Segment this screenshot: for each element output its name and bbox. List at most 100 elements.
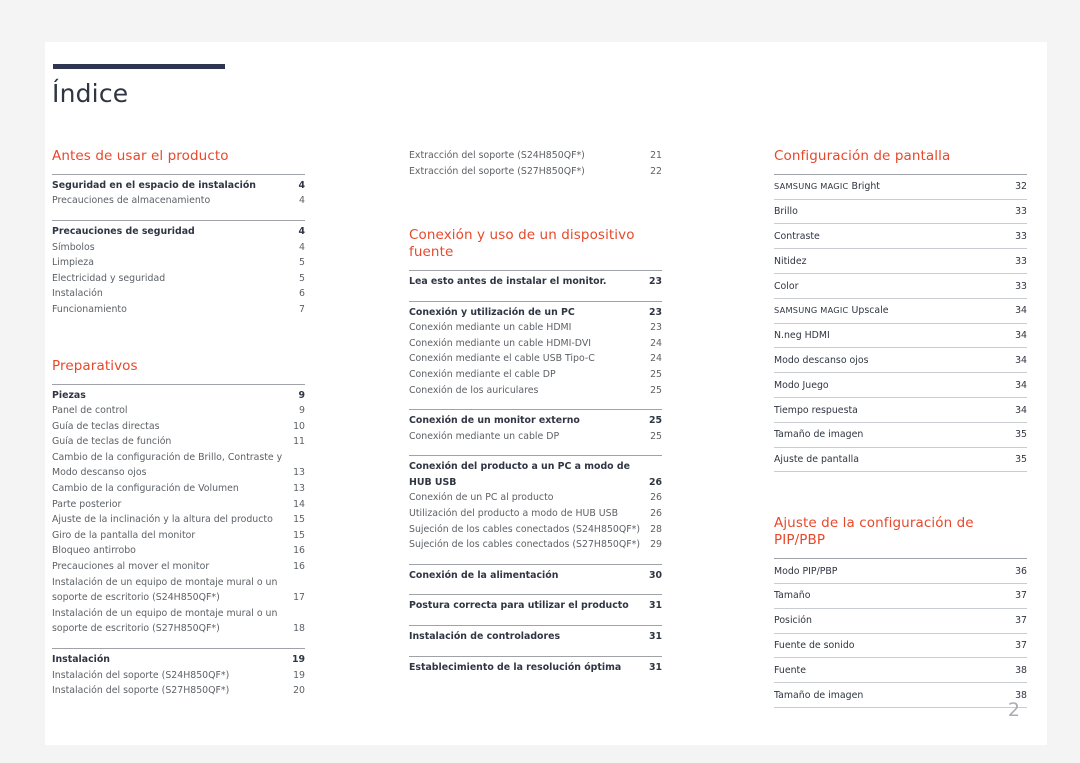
toc-entry[interactable]: Ajuste de pantalla 35	[774, 448, 1027, 473]
toc-entry-label: Instalación de un equipo de montaje mura…	[52, 607, 278, 635]
toc-entry[interactable]: Instalación 19	[52, 652, 305, 668]
toc-entry[interactable]: SAMSUNG MAGIC Bright 32	[774, 175, 1027, 200]
toc-entry[interactable]: Conexión del producto a un PC a modo de …	[409, 459, 662, 490]
toc-entry[interactable]: Instalación de un equipo de montaje mura…	[52, 606, 305, 637]
toc-group: Conexión de la alimentación 30	[409, 563, 662, 584]
toc-entry-label: Giro de la pantalla del monitor	[52, 529, 196, 541]
toc-entry-page: 9	[298, 389, 305, 401]
toc-entry-page: 16	[293, 561, 305, 573]
toc-entry-page: 20	[293, 685, 305, 697]
toc-entry-label: Tamaño de imagen	[774, 429, 864, 441]
toc-entry-page: 33	[1015, 230, 1027, 242]
toc-entry[interactable]: Conexión mediante un cable DP 25	[409, 429, 662, 445]
toc-entry[interactable]: Tamaño de imagen 38	[774, 683, 1027, 708]
toc-entry[interactable]: Parte posterior 14	[52, 497, 305, 513]
toc-entry-page: 34	[1015, 404, 1027, 416]
toc-entry[interactable]: Instalación del soporte (S24H850QF*) 19	[52, 668, 305, 684]
toc-entry[interactable]: Conexión mediante el cable USB Tipo-C 24	[409, 351, 662, 367]
toc-entry[interactable]: Postura correcta para utilizar el produc…	[409, 598, 662, 614]
toc-entry[interactable]: Tamaño 37	[774, 584, 1027, 609]
toc-entry[interactable]: Color 33	[774, 274, 1027, 299]
toc-entry-page: 36	[1015, 565, 1027, 577]
toc-entry[interactable]: Funcionamiento 7	[52, 302, 305, 318]
toc-entry[interactable]: Modo Juego 34	[774, 373, 1027, 399]
toc-entry[interactable]: Modo descanso ojos 34	[774, 348, 1027, 374]
toc-entry-label: SAMSUNG MAGIC Bright	[774, 181, 880, 193]
toc-entry[interactable]: Fuente 38	[774, 658, 1027, 684]
toc-entry[interactable]: Extracción del soporte (S27H850QF*) 22	[409, 164, 662, 180]
toc-entry[interactable]: Sujeción de los cables conectados (S27H8…	[409, 537, 662, 553]
toc-entry-page: 11	[293, 436, 305, 448]
toc-entry[interactable]: Panel de control 9	[52, 403, 305, 419]
toc-group: Extracción del soporte (S24H850QF*) 21 Ext…	[409, 148, 662, 179]
toc-section: Preparativos Piezas 9 Panel de control 9 Guía…	[52, 358, 305, 699]
toc-entry-page: 24	[650, 337, 662, 349]
toc-entry[interactable]: Giro de la pantalla del monitor 15	[52, 528, 305, 544]
toc-entry-page: 23	[650, 322, 662, 334]
toc-entry[interactable]: Guía de teclas de función 11	[52, 434, 305, 450]
toc-entry[interactable]: Ajuste de la inclinación y la altura del…	[52, 512, 305, 528]
toc-entry-label: Parte posterior	[52, 498, 122, 510]
toc-entry-label: Extracción del soporte (S27H850QF*)	[409, 165, 585, 177]
toc-entry[interactable]: Fuente de sonido 37	[774, 634, 1027, 659]
toc-entry[interactable]: Instalación de un equipo de montaje mura…	[52, 575, 305, 606]
toc-entry[interactable]: Guía de teclas directas 10	[52, 419, 305, 435]
toc-entry[interactable]: N.neg HDMI 34	[774, 324, 1027, 349]
toc-entry[interactable]: Tiempo respuesta 34	[774, 398, 1027, 423]
page-title: Índice	[52, 79, 129, 108]
toc-entry[interactable]: Establecimiento de la resolución óptima 3…	[409, 660, 662, 676]
toc-entry-page: 24	[650, 353, 662, 365]
toc-entry[interactable]: Modo PIP/PBP 36	[774, 559, 1027, 584]
toc-entry[interactable]: Conexión mediante un cable HDMI-DVI 24	[409, 336, 662, 352]
toc-entry[interactable]: Nitidez 33	[774, 249, 1027, 275]
toc-entry[interactable]: Tamaño de imagen 35	[774, 423, 1027, 448]
toc-entry[interactable]: Lea esto antes de instalar el monitor. 23	[409, 274, 662, 290]
toc-section-heading: Conexión y uso de un dispositivo fuente	[409, 227, 635, 261]
toc-entry[interactable]: Instalación 6	[52, 286, 305, 302]
toc-entry[interactable]: Conexión mediante el cable DP 25	[409, 367, 662, 383]
toc-entry[interactable]: Instalación de controladores 31	[409, 629, 662, 645]
toc-entry[interactable]: Seguridad en el espacio de instalación 4	[52, 178, 305, 194]
toc-entry[interactable]: Limpieza 5	[52, 255, 305, 271]
toc-entry[interactable]: Conexión de los auriculares 25	[409, 383, 662, 399]
toc-entry[interactable]: Símbolos 4	[52, 240, 305, 256]
toc-entry[interactable]: Brillo 33	[774, 200, 1027, 225]
toc-entry-page: 32	[1015, 181, 1027, 193]
toc-entry-page: 31	[648, 600, 662, 612]
toc-entry[interactable]: Extracción del soporte (S24H850QF*) 21	[409, 148, 662, 164]
toc-entry[interactable]: Conexión de un monitor externo 25	[409, 413, 662, 429]
toc-entry[interactable]: Posición 37	[774, 609, 1027, 634]
toc-entry[interactable]: Precauciones al mover el monitor 16	[52, 559, 305, 575]
toc-entry-label: Modo Juego	[774, 379, 829, 391]
toc-entry-page: 13	[293, 467, 305, 479]
toc-entry[interactable]: Conexión de un PC al producto 26	[409, 490, 662, 506]
toc-entry[interactable]: Piezas 9	[52, 388, 305, 404]
title-rule	[53, 64, 225, 69]
toc-column-left: Antes de usar el producto Seguridad en el…	[52, 148, 305, 699]
toc-section: Antes de usar el producto Seguridad en el…	[52, 148, 305, 318]
toc-entry[interactable]: Conexión mediante un cable HDMI 23	[409, 320, 662, 336]
toc-entry[interactable]: SAMSUNG MAGIC Upscale 34	[774, 299, 1027, 324]
toc-entry[interactable]: Conexión de la alimentación 30	[409, 568, 662, 584]
toc-entry[interactable]: Sujeción de los cables conectados (S24H8…	[409, 522, 662, 538]
toc-entry[interactable]: Cambio de la configuración de Brillo, Co…	[52, 450, 305, 481]
toc-entry[interactable]: Utilización del producto a modo de HUB U…	[409, 506, 662, 522]
toc-entry[interactable]: Bloqueo antirrobo 16	[52, 543, 305, 559]
toc-entry[interactable]: Cambio de la configuración de Volumen 13	[52, 481, 305, 497]
toc-entry-page: 19	[291, 654, 305, 665]
toc-entry[interactable]: Instalación del soporte (S27H850QF*) 20	[52, 683, 305, 699]
toc-entry[interactable]: Electricidad y seguridad 5	[52, 271, 305, 287]
toc-entry[interactable]: Conexión y utilización de un PC 23	[409, 305, 662, 321]
toc-entry[interactable]: Precauciones de almacenamiento 4	[52, 193, 305, 209]
toc-entry[interactable]: Contraste 33	[774, 224, 1027, 250]
toc-entry-label: Precauciones al mover el monitor	[52, 561, 210, 573]
toc-entry-label: Fuente de sonido	[774, 640, 855, 652]
toc-entry[interactable]: Precauciones de seguridad 4	[52, 224, 305, 240]
toc-section-heading: Preparativos	[52, 357, 138, 374]
